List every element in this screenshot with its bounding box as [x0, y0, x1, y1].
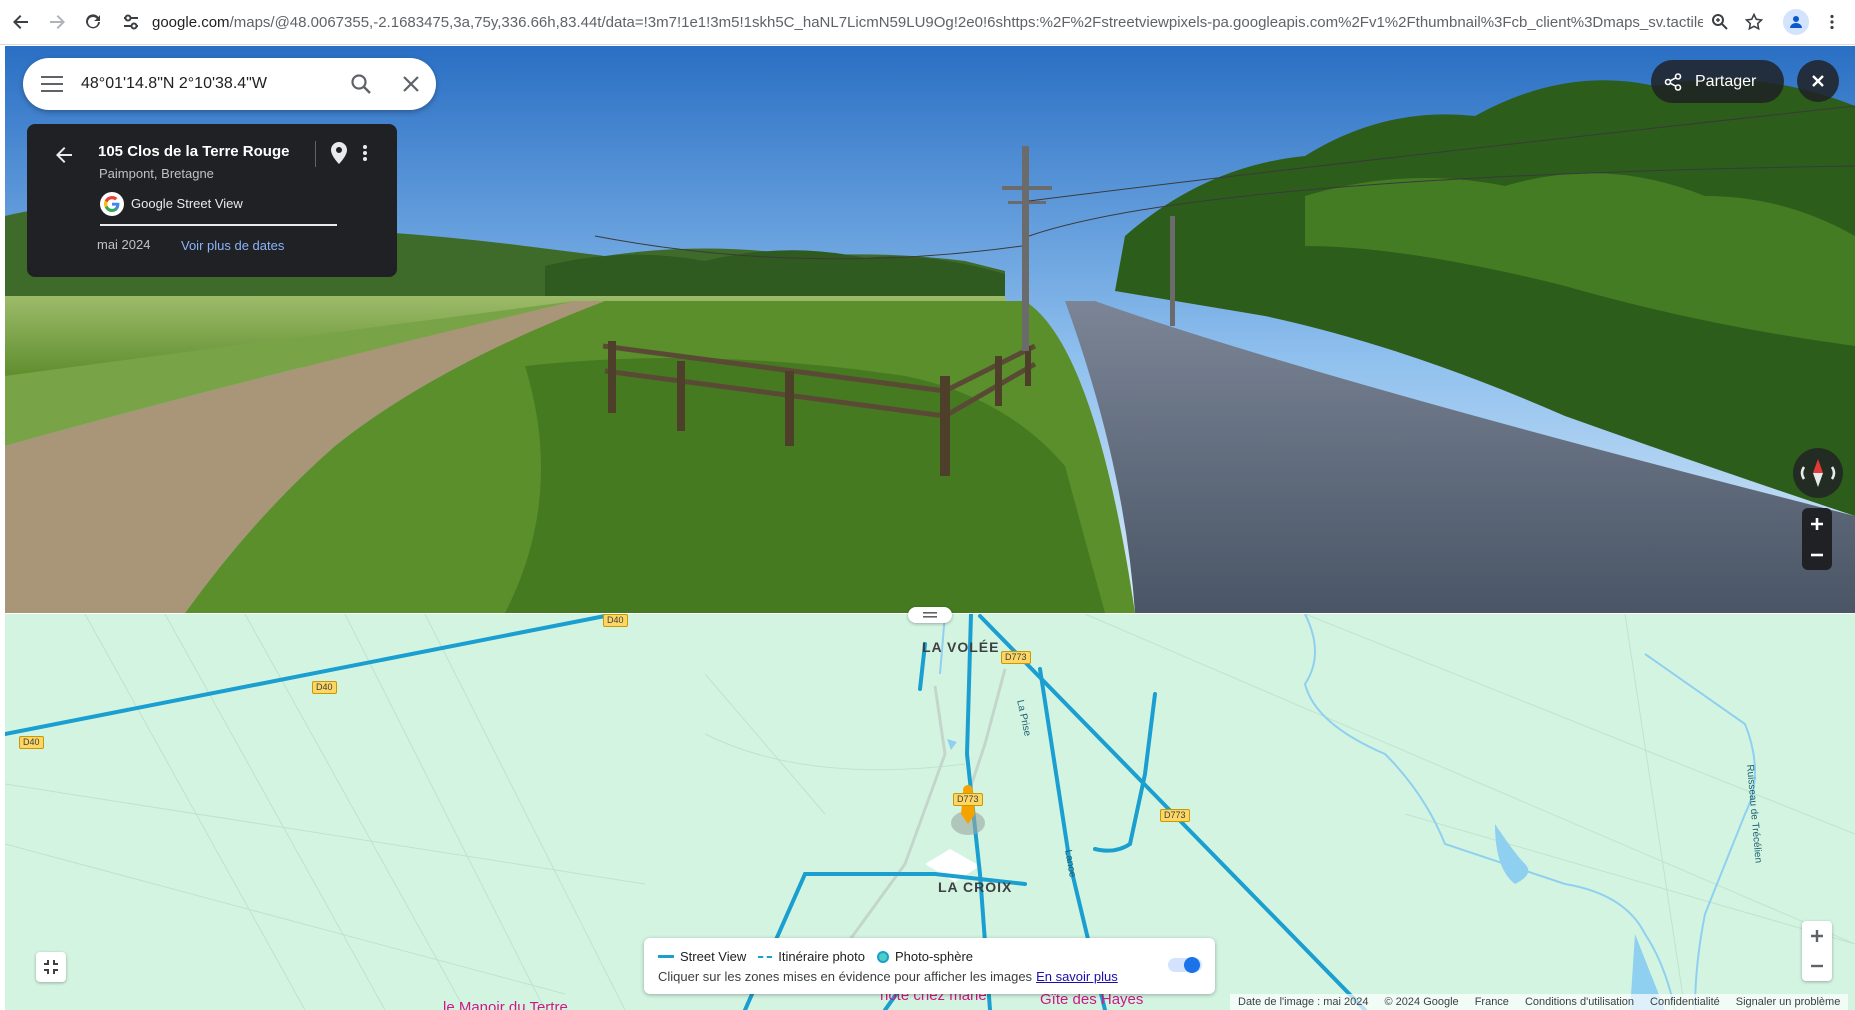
google-logo-icon: [100, 192, 124, 216]
tune-icon: [124, 14, 138, 30]
more-vert-icon: [1830, 14, 1834, 30]
more-options-button[interactable]: [353, 138, 377, 168]
learn-more-link[interactable]: En savoir plus: [1036, 969, 1118, 984]
url-path: /maps/@48.0067355,-2.1683475,3a,75y,336.…: [229, 13, 1703, 31]
compass-icon: [1800, 459, 1836, 487]
more-vert-icon: [363, 145, 367, 161]
close-icon: [1812, 75, 1824, 87]
url-host: google.com: [152, 13, 230, 31]
site-info-button[interactable]: [116, 7, 146, 37]
location-info-card: 105 Clos de la Terre Rouge Paimpont, Bre…: [27, 124, 397, 277]
road-badge: D40: [19, 736, 44, 749]
magnifier-icon: [1712, 14, 1728, 30]
place-subtitle: Paimpont, Bretagne: [99, 166, 214, 181]
search-input[interactable]: 48°01'14.8"N 2°10'38.4"W: [81, 75, 336, 93]
minus-icon: [1811, 964, 1823, 968]
copyright: © 2024 Google: [1384, 996, 1459, 1008]
terms-link[interactable]: Conditions d'utilisation: [1525, 996, 1634, 1008]
image-date: Date de l'image : mai 2024: [1238, 996, 1369, 1008]
photo-sphere-dot-icon: [876, 950, 889, 963]
road-badge: D40: [603, 614, 628, 627]
poi-manoir-du-tertre[interactable]: le Manoir du Tertre: [443, 999, 568, 1010]
see-more-dates-link[interactable]: Voir plus de dates: [181, 238, 284, 253]
place-title[interactable]: 105 Clos de la Terre Rouge: [98, 143, 289, 160]
panorama-zoom-control: [1802, 508, 1832, 570]
legend-hint-text: Cliquer sur les zones mises en évidence …: [658, 969, 1033, 984]
map-pin-icon: [331, 142, 347, 164]
arrow-left-icon: [13, 15, 28, 29]
share-button[interactable]: Partager: [1651, 60, 1784, 103]
country-link[interactable]: France: [1475, 996, 1509, 1008]
compass-button[interactable]: [1793, 448, 1843, 498]
share-icon: [1664, 72, 1682, 91]
road-badge: D773: [953, 793, 983, 806]
close-street-view-button[interactable]: [1797, 60, 1839, 102]
star-icon: [1745, 13, 1763, 31]
road-badge: D40: [312, 681, 337, 694]
address-bar[interactable]: google.com/maps/@48.0067355,-2.1683475,3…: [152, 14, 1703, 31]
clear-search-button[interactable]: [386, 58, 436, 110]
street-view-legend: Street View Itinéraire photo Photo-sphèr…: [644, 938, 1215, 994]
drag-handle-icon: [923, 612, 937, 618]
reload-button[interactable]: [78, 7, 108, 37]
reload-icon: [86, 14, 100, 29]
map-zoom-control: [1802, 921, 1832, 981]
menu-button[interactable]: [23, 58, 81, 110]
fullscreen-exit-icon: [44, 960, 58, 974]
profile-button[interactable]: [1783, 9, 1809, 35]
road-badge: D773: [1001, 651, 1031, 664]
minus-icon: [1811, 553, 1823, 556]
image-source: Google Street View: [131, 196, 243, 211]
map-zoom-in-button[interactable]: [1802, 921, 1832, 951]
map-resize-handle[interactable]: [908, 607, 952, 623]
back-to-map-button[interactable]: [49, 140, 79, 170]
search-bar[interactable]: 48°01'14.8"N 2°10'38.4"W: [23, 58, 436, 110]
card-divider: [315, 141, 316, 167]
photo-route-dash-icon: [758, 955, 773, 958]
browser-toolbar: google.com/maps/@48.0067355,-2.1683475,3…: [0, 0, 1855, 45]
search-icon: [351, 74, 371, 94]
back-button[interactable]: [6, 7, 36, 37]
privacy-link[interactable]: Confidentialité: [1650, 996, 1720, 1008]
place-label-la-volee: LA VOLÉE: [922, 639, 1000, 655]
collapse-map-button[interactable]: [36, 952, 66, 982]
show-on-map-button[interactable]: [325, 138, 353, 168]
zoom-out-button[interactable]: [1802, 539, 1832, 570]
legend-street-view: Street View: [680, 949, 747, 964]
bookmark-button[interactable]: [1737, 5, 1771, 39]
place-label-la-croix: LA CROIX: [938, 879, 1013, 895]
capture-date: mai 2024: [97, 237, 151, 252]
zoom-in-button[interactable]: [1802, 508, 1832, 539]
hamburger-icon: [41, 76, 63, 92]
report-problem-link[interactable]: Signaler un problème: [1736, 996, 1841, 1008]
zoom-button[interactable]: [1703, 5, 1737, 39]
map-footer: Date de l'image : mai 2024 © 2024 Google…: [1230, 994, 1849, 1010]
road-badge: D773: [1160, 809, 1190, 822]
person-icon: [1790, 16, 1802, 28]
close-icon: [403, 76, 419, 92]
forward-button[interactable]: [42, 7, 72, 37]
arrow-right-icon: [50, 15, 65, 29]
legend-photo-sphere: Photo-sphère: [894, 949, 974, 964]
plus-icon: [1811, 930, 1823, 942]
legend-photo-route: Itinéraire photo: [778, 949, 865, 964]
street-view-line-icon: [658, 955, 674, 958]
timeline-bar: [100, 224, 337, 226]
plus-icon: [1811, 517, 1823, 530]
browser-menu-button[interactable]: [1815, 5, 1849, 39]
share-label: Partager: [1695, 72, 1757, 90]
search-button[interactable]: [336, 58, 386, 110]
coverage-toggle[interactable]: [1168, 955, 1202, 975]
arrow-left-icon: [56, 147, 72, 163]
map-zoom-out-button[interactable]: [1802, 951, 1832, 981]
